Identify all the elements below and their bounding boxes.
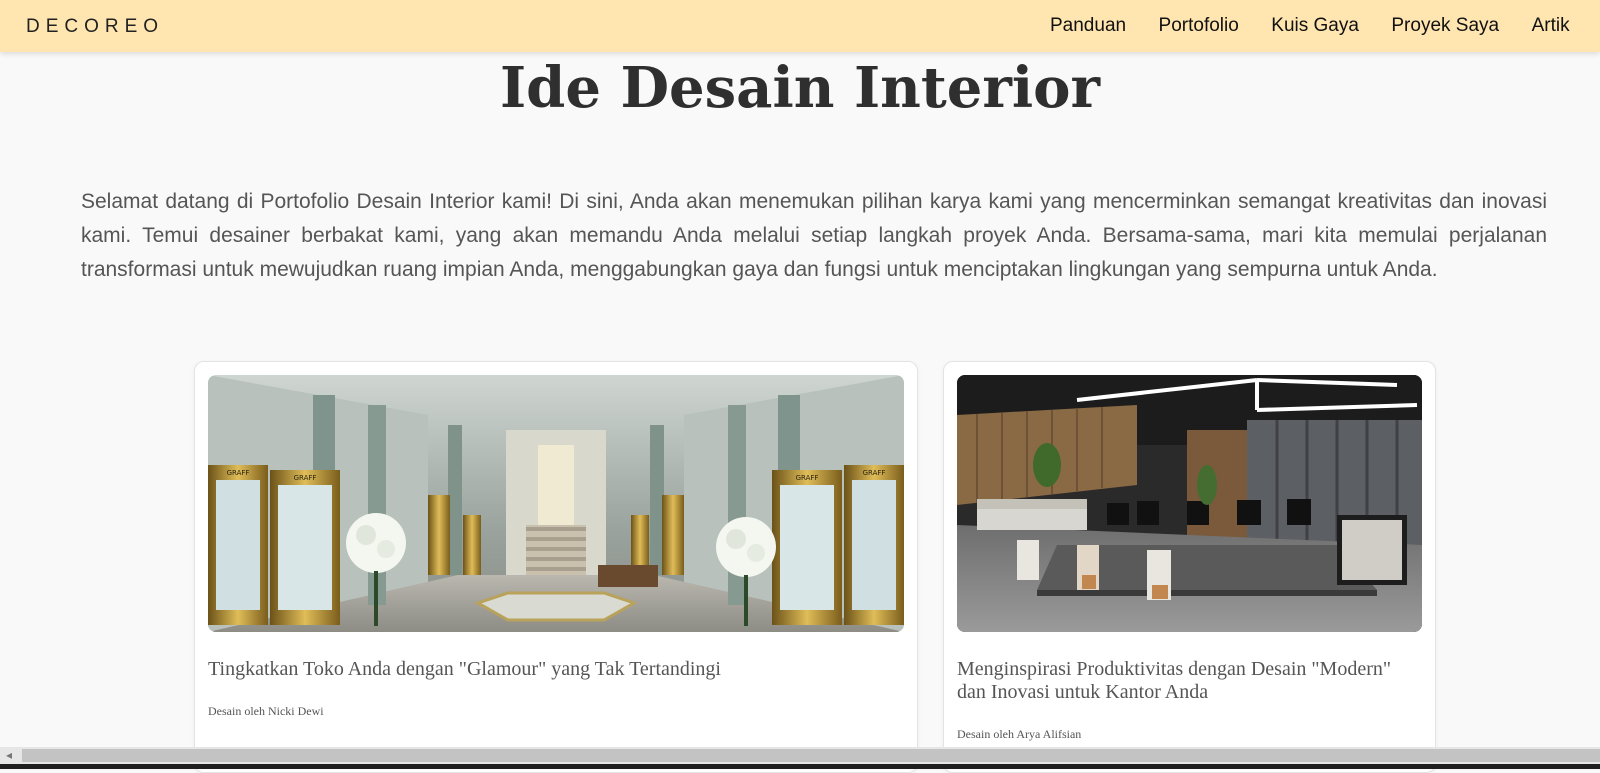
intro-paragraph: Selamat datang di Portofolio Desain Inte…	[81, 190, 1547, 281]
nav-link-artikel[interactable]: Artik	[1532, 15, 1570, 37]
graff-sign: GRAFF	[796, 474, 819, 482]
top-navbar: DECOREO Panduan Portofolio Kuis Gaya Pro…	[0, 0, 1600, 52]
graff-sign: GRAFF	[863, 469, 886, 477]
chevron-left-icon[interactable]: ◂	[2, 748, 16, 762]
graff-sign: GRAFF	[227, 469, 250, 477]
office-interior-image[interactable]	[957, 375, 1422, 632]
card-designer: Desain oleh Nicki Dewi	[208, 704, 324, 718]
graff-sign: GRAFF	[294, 474, 317, 482]
page-title: Ide Desain Interior	[499, 55, 1100, 121]
scrollbar-thumb[interactable]	[22, 749, 1600, 762]
card-designer: Desain oleh Arya Alifsian	[957, 727, 1082, 741]
nav-link-portofolio[interactable]: Portofolio	[1159, 15, 1239, 37]
card-title[interactable]: Menginspirasi Produktivitas dengan Desai…	[957, 658, 1417, 704]
boutique-interior-image[interactable]: GRAFF GRAFF GRAFF GRAFF	[208, 375, 904, 632]
horizontal-scrollbar[interactable]: ◂	[0, 747, 1600, 764]
nav-links: Panduan Portofolio Kuis Gaya Proyek Saya…	[1050, 15, 1598, 37]
brand-logo[interactable]: DECOREO	[26, 16, 164, 38]
portfolio-card-office[interactable]: Menginspirasi Produktivitas dengan Desai…	[943, 361, 1436, 773]
portfolio-card-boutique[interactable]: GRAFF GRAFF GRAFF GRAFF Tingkatkan Toko …	[194, 361, 918, 773]
nav-link-panduan[interactable]: Panduan	[1050, 15, 1126, 37]
nav-link-proyek-saya[interactable]: Proyek Saya	[1391, 15, 1499, 37]
nav-link-kuis-gaya[interactable]: Kuis Gaya	[1271, 15, 1359, 37]
card-title[interactable]: Tingkatkan Toko Anda dengan "Glamour" ya…	[208, 658, 898, 681]
taskbar-strip	[0, 764, 1600, 769]
